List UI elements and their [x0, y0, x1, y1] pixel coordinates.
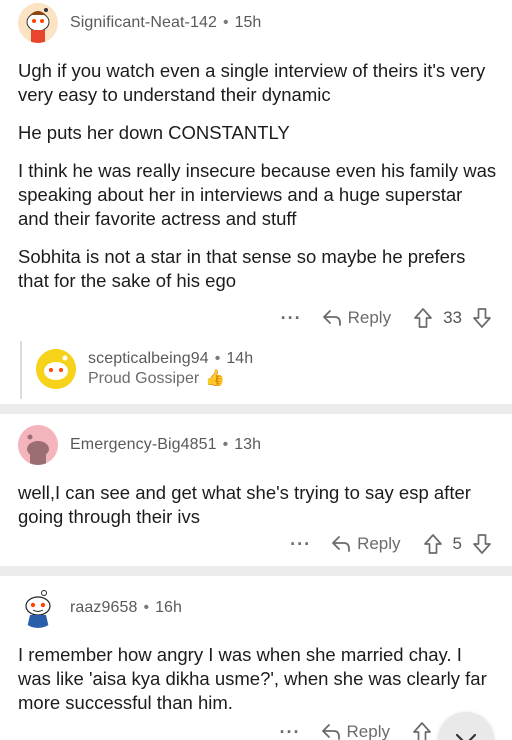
username[interactable]: Emergency-Big4851: [70, 436, 217, 454]
comment-paragraph: Sobhita is not a star in that sense so m…: [18, 246, 466, 291]
comment-2: Emergency-Big4851 • 13h well,I can see a…: [0, 414, 512, 564]
separator-dot: •: [214, 350, 221, 367]
downvote-icon[interactable]: [472, 533, 492, 555]
comment-actions: ··· Reply 5: [290, 530, 492, 558]
user-avatar[interactable]: [18, 588, 58, 628]
reply-arrow-icon: [332, 536, 350, 552]
vote-count: 5: [452, 534, 462, 553]
snoo-avatar-icon: [18, 425, 58, 465]
reply-button[interactable]: Reply: [331, 534, 401, 554]
reply-label: Reply: [347, 308, 392, 327]
username[interactable]: raaz9658: [70, 599, 138, 617]
vote-count: 33: [443, 308, 462, 327]
comment-paragraph: I remember how angry I was when she marr…: [18, 644, 487, 713]
downvote-icon[interactable]: [472, 307, 492, 329]
comment-header: scepticalbeing94 • 14h Proud Gossiper 👍: [36, 349, 253, 389]
separator-dot: •: [222, 436, 229, 453]
comment-divider: [0, 404, 512, 414]
comment-paragraph: well,I can see and get what she's trying…: [18, 482, 471, 527]
user-avatar[interactable]: [18, 3, 58, 43]
timestamp: 16h: [155, 599, 182, 616]
comment-1: Significant-Neat-142 • 15h Ugh if you wa…: [0, 0, 512, 330]
separator-dot: •: [143, 599, 150, 616]
separator-dot: •: [222, 14, 229, 31]
snoo-avatar-icon: [36, 349, 76, 389]
user-avatar[interactable]: [36, 349, 76, 389]
reply-label: Reply: [357, 534, 401, 553]
username[interactable]: Significant-Neat-142: [70, 14, 217, 32]
snoo-avatar-icon: [18, 3, 58, 43]
timestamp: 14h: [226, 350, 254, 367]
user-avatar[interactable]: [18, 425, 58, 465]
comment-header: Emergency-Big4851 • 13h: [18, 425, 261, 465]
comment-actions: ··· Reply 33: [281, 304, 492, 332]
vote-controls: 5: [423, 533, 492, 555]
timestamp: 13h: [234, 436, 261, 453]
more-options-button[interactable]: ···: [280, 722, 301, 740]
comment-body: Ugh if you watch even a single interview…: [18, 59, 498, 307]
more-options-button[interactable]: ···: [290, 534, 311, 555]
comment-paragraph: I think he was really insecure because e…: [18, 160, 497, 229]
comment-paragraph: Ugh if you watch even a single interview…: [18, 60, 486, 105]
reply-label: Reply: [346, 722, 390, 740]
comment-body: I remember how angry I was when she marr…: [18, 643, 498, 729]
reply-button[interactable]: Reply: [321, 722, 390, 740]
upvote-icon[interactable]: [423, 533, 443, 555]
user-flair: Proud Gossiper: [88, 370, 200, 387]
upvote-icon[interactable]: [412, 721, 432, 740]
reply-arrow-icon: [322, 310, 341, 326]
snoo-avatar-icon: [25, 590, 51, 628]
comment-paragraph: He puts her down CONSTANTLY: [18, 122, 290, 143]
comment-divider: [0, 566, 512, 576]
vote-controls: 33: [413, 307, 492, 329]
chevron-down-icon: [455, 733, 477, 740]
more-options-button[interactable]: ···: [281, 308, 302, 329]
upvote-icon[interactable]: [413, 307, 433, 329]
comment-3: raaz9658 • 16h I remember how angry I wa…: [0, 576, 512, 740]
comment-actions: ··· Reply: [280, 718, 432, 740]
username[interactable]: scepticalbeing94: [88, 350, 209, 368]
reply-button[interactable]: Reply: [322, 308, 391, 328]
comment-header: Significant-Neat-142 • 15h: [18, 3, 261, 43]
reply-arrow-icon: [321, 724, 340, 740]
thread-line[interactable]: [20, 341, 22, 399]
thumbs-up-icon: 👍: [205, 370, 226, 387]
timestamp: 15h: [234, 14, 262, 31]
comment-header: raaz9658 • 16h: [18, 588, 182, 628]
nested-comment[interactable]: scepticalbeing94 • 14h Proud Gossiper 👍: [34, 340, 512, 400]
